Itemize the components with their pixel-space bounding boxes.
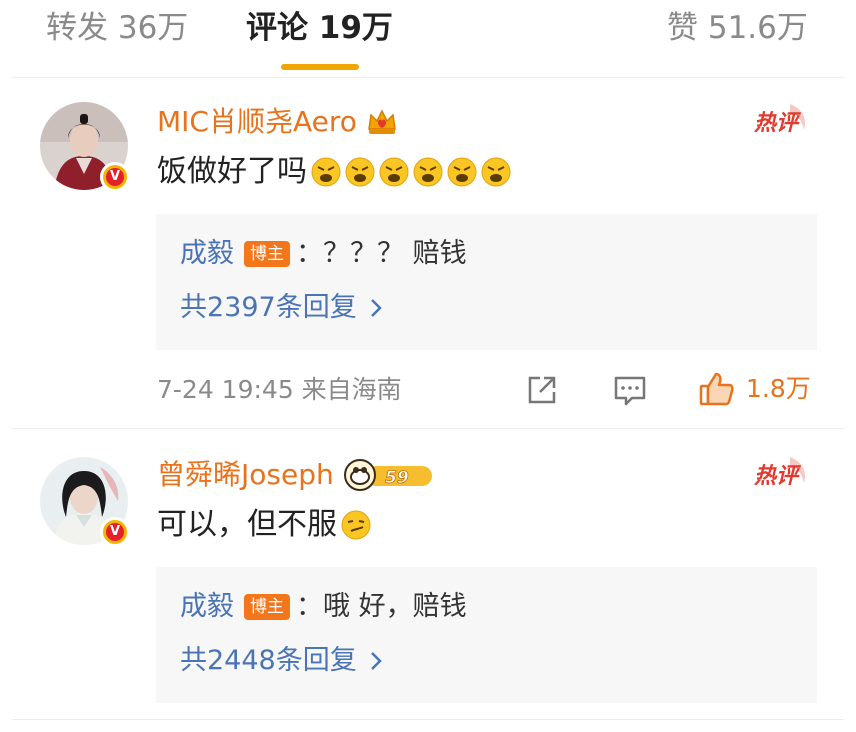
reply-row: 成毅 博主 ：？？？ 赔钱 [180,234,467,274]
reply-row: 成毅 博主 ：哦 好，赔钱 [180,587,467,627]
username[interactable]: MIC肖顺尧Aero [157,102,357,142]
reply-preview-box[interactable]: 成毅 博主 ：？？？ 赔钱 共2397条回复 [156,214,817,350]
angry-face-icon [447,157,477,187]
angry-face-icon [345,157,375,187]
reply-text: ：？？？ 赔钱 [296,238,467,269]
tab-comments[interactable]: 评论 19万 [246,6,393,50]
angry-face-icon [379,157,409,187]
hot-comment-icon: 热评 [752,453,810,493]
share-icon [528,376,556,404]
angry-face-icon [413,157,443,187]
like-button[interactable]: 1.8万 [698,370,811,408]
chevron-right-icon [370,299,382,317]
tab-likes[interactable]: 赞 51.6万 [667,6,808,50]
reply-preview-box[interactable]: 成毅 博主 ：哦 好，赔钱 共2448条回复 [156,567,817,703]
reply-button[interactable] [612,372,648,408]
divider [12,77,844,78]
level-number: 59 [385,468,409,488]
crown-icon [365,105,399,139]
like-count: 1.8万 [746,374,811,403]
blogger-badge: 博主 [244,241,290,267]
reply-author[interactable]: 成毅 [180,587,234,627]
divider [12,719,844,720]
reply-text: ：哦 好，赔钱 [296,591,467,622]
username[interactable]: 曾舜晞Joseph [157,455,334,495]
view-replies-link[interactable]: 共2448条回复 [180,641,383,681]
level-badge-icon: 59 [342,458,434,492]
share-button[interactable] [524,372,560,408]
comment-username-row: 曾舜晞Joseph 59 [157,455,434,495]
avatar[interactable]: V [40,457,130,547]
reply-count: 共2397条回复 [180,292,357,323]
comment-bubble-icon [614,376,646,406]
hot-label: 热评 [753,111,802,136]
thumbs-up-icon [699,372,734,406]
comment-text: 可以，但不服 [157,507,337,542]
comment-tabs: 转发 36万 评论 19万 赞 51.6万 [0,0,856,78]
smirk-face-icon [341,510,371,540]
comment-text-row: 可以，但不服 [157,503,371,547]
reply-count: 共2448条回复 [180,645,357,676]
blogger-badge: 博主 [244,594,290,620]
hot-comment-icon: 热评 [752,100,810,140]
comment-text-row: 饭做好了吗 [157,150,511,194]
comment-meta: 7-24 19:45 来自海南 [157,375,402,404]
angry-face-icon [311,157,341,187]
angry-face-icon [481,157,511,187]
avatar[interactable]: V [40,102,130,192]
reply-author[interactable]: 成毅 [180,234,234,274]
comment-text: 饭做好了吗 [157,154,307,189]
chevron-right-icon [370,652,382,670]
view-replies-link[interactable]: 共2397条回复 [180,288,383,328]
hot-label: 热评 [753,464,802,489]
verified-badge-icon: V [100,517,130,547]
comment-username-row: MIC肖顺尧Aero [157,102,399,142]
tab-reposts[interactable]: 转发 36万 [46,6,188,50]
verified-badge-icon: V [100,162,130,192]
active-tab-indicator [281,64,359,70]
divider [12,428,844,429]
